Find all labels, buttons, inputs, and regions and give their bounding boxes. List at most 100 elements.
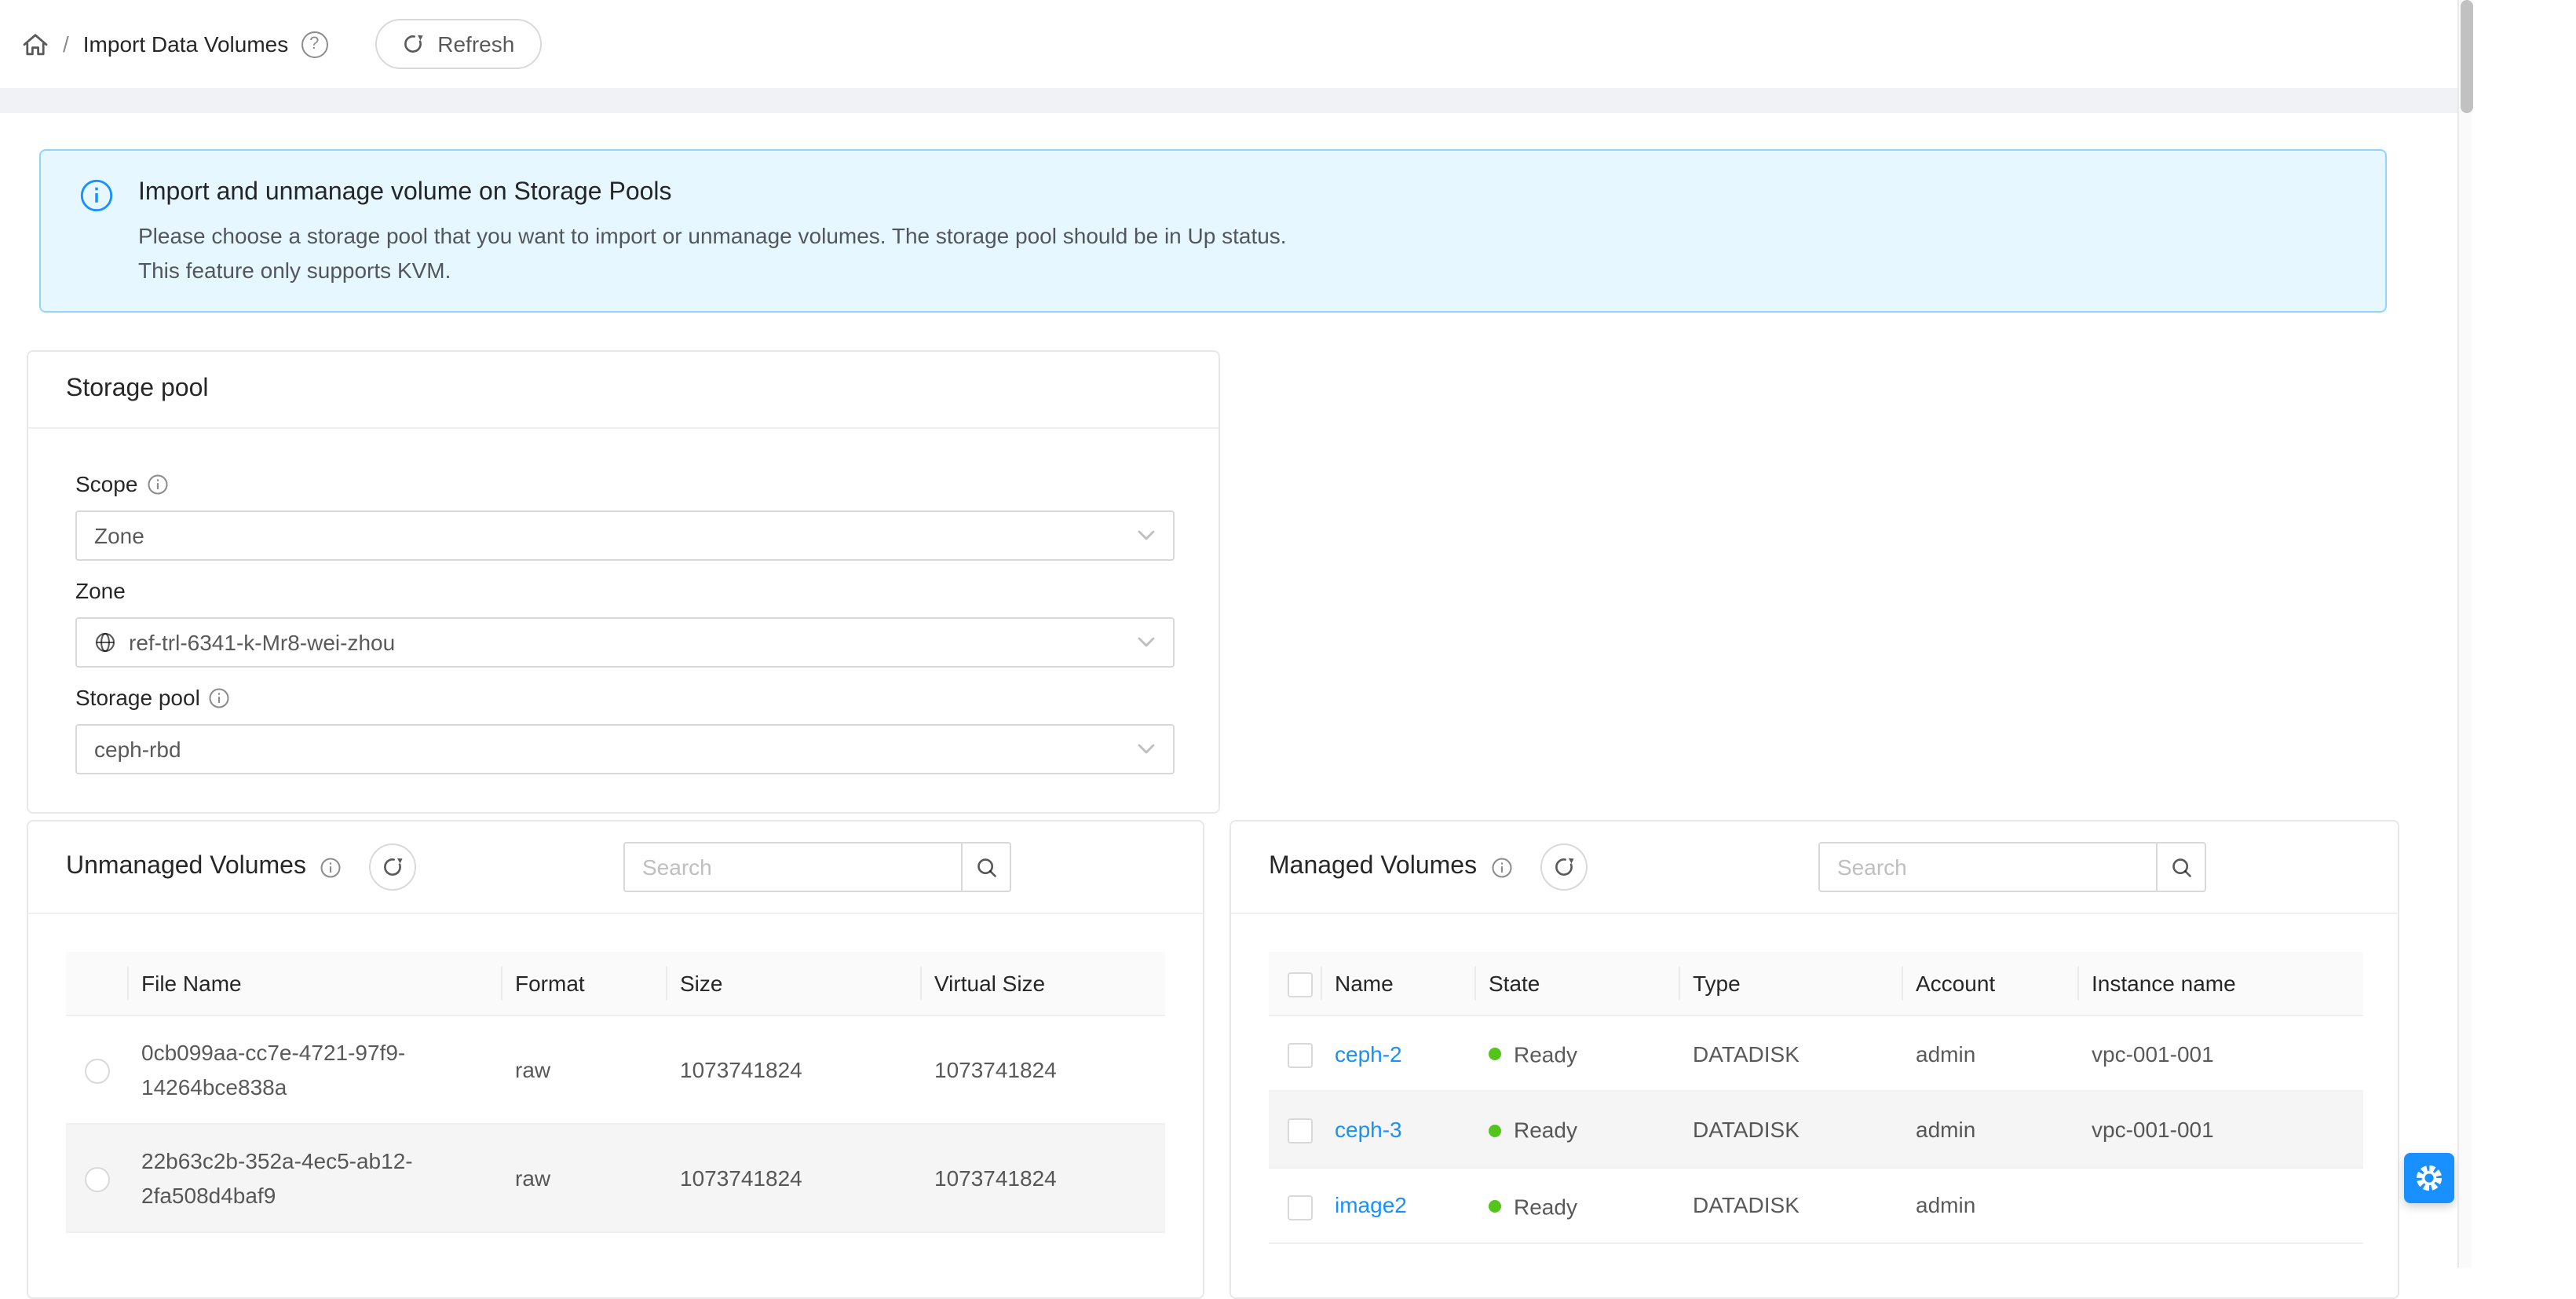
scrollbar-thumb[interactable]	[2461, 0, 2473, 113]
radio-button[interactable]	[85, 1168, 110, 1193]
gear-icon	[2415, 1164, 2443, 1192]
unmanaged-search	[623, 842, 1011, 892]
home-icon	[22, 31, 49, 57]
instance-name-cell: vpc-001-001	[2079, 1015, 2363, 1092]
zone-label: Zone	[75, 573, 126, 608]
radio-button[interactable]	[85, 1059, 110, 1085]
info-circle-icon	[80, 179, 113, 212]
instance-name-cell	[2079, 1167, 2363, 1243]
managed-volumes-body: Name State Type Account Instance name	[1231, 914, 2398, 1282]
storage-pool-select[interactable]: ceph-rbd	[75, 724, 1175, 774]
refresh-button[interactable]: Refresh	[375, 19, 541, 69]
storage-pool-label: Storage pool	[75, 680, 200, 715]
select-all-checkbox[interactable]	[1288, 973, 1313, 998]
table-header-row: Name State Type Account Instance name	[1269, 952, 2363, 1015]
account-cell: admin	[1903, 1167, 2079, 1243]
storage-pool-field: Storage pool ceph-rbd	[75, 680, 1171, 774]
zone-field: Zone ref-trl-6341-k-Mr8-wei-zhou	[75, 573, 1171, 668]
chevron-down-icon	[1137, 529, 1156, 542]
column-header-size: Size	[667, 952, 922, 1015]
state-cell: Ready	[1476, 1092, 1680, 1168]
unmanaged-refresh-button[interactable]	[369, 843, 416, 891]
table-row[interactable]: ceph-2 Ready DATADISK admin vpc-001-001	[1269, 1015, 2363, 1092]
volume-panels: Unmanaged Volumes	[27, 820, 2457, 1299]
file-name-cell: 0cb099aa-cc7e-4721-97f9-14264bce838a	[129, 1015, 502, 1124]
column-header-name: Name	[1322, 952, 1476, 1015]
zone-select[interactable]: ref-trl-6341-k-Mr8-wei-zhou	[75, 617, 1175, 668]
home-breadcrumb-link[interactable]	[22, 31, 49, 57]
managed-volumes-table: Name State Type Account Instance name	[1269, 952, 2363, 1244]
alert-text-block: Import and unmanage volume on Storage Po…	[138, 174, 1287, 287]
scrollbar-track[interactable]	[2457, 0, 2472, 1268]
unmanaged-volumes-table: File Name Format Size Virtual Size	[66, 952, 1165, 1233]
unmanaged-volumes-body: File Name Format Size Virtual Size	[28, 914, 1203, 1271]
chevron-down-icon	[1137, 636, 1156, 649]
managed-table-body: ceph-2 Ready DATADISK admin vpc-001-001	[1269, 1015, 2363, 1243]
reload-icon	[382, 856, 404, 878]
type-cell: DATADISK	[1680, 1015, 1903, 1092]
managed-search-input[interactable]	[1818, 842, 2158, 892]
page: / Import Data Volumes ? Refresh	[0, 0, 2457, 1299]
state-cell: Ready	[1476, 1015, 1680, 1092]
reload-icon	[401, 33, 423, 55]
managed-refresh-button[interactable]	[1540, 843, 1587, 891]
search-icon	[2169, 855, 2193, 879]
table-row[interactable]: ceph-3 Ready DATADISK admin vpc-001-001	[1269, 1092, 2363, 1168]
settings-fab-button[interactable]	[2404, 1153, 2454, 1203]
unmanaged-volumes-header: Unmanaged Volumes	[28, 821, 1203, 914]
managed-info-icon	[1491, 857, 1511, 877]
refresh-button-label: Refresh	[437, 31, 514, 57]
viewport: / Import Data Volumes ? Refresh	[0, 0, 2576, 1268]
table-row[interactable]: 22b63c2b-352a-4ec5-ab12-2fa508d4baf9 raw…	[66, 1124, 1165, 1232]
managed-search	[1818, 842, 2206, 892]
account-cell: admin	[1903, 1015, 2079, 1092]
row-checkbox[interactable]	[1288, 1118, 1313, 1143]
virtual-size-cell: 1073741824	[922, 1124, 1165, 1232]
column-header-format: Format	[502, 952, 667, 1015]
status-dot-ready	[1489, 1048, 1501, 1061]
column-header-type: Type	[1680, 952, 1903, 1015]
search-icon	[974, 855, 998, 879]
volume-name-link[interactable]: image2	[1335, 1192, 1407, 1217]
alert-title: Import and unmanage volume on Storage Po…	[138, 174, 1287, 212]
unmanaged-search-input[interactable]	[623, 842, 963, 892]
header-divider	[0, 88, 2457, 113]
status-dot-ready	[1489, 1124, 1501, 1136]
column-header-instance-name: Instance name	[2079, 952, 2363, 1015]
row-checkbox[interactable]	[1288, 1043, 1313, 1068]
chevron-down-icon	[1137, 743, 1156, 756]
volume-name-link[interactable]: ceph-2	[1335, 1041, 1402, 1066]
breadcrumb-separator: /	[63, 31, 69, 57]
type-cell: DATADISK	[1680, 1167, 1903, 1243]
selection-column-header	[66, 952, 129, 1015]
storage-pool-card-title: Storage pool	[66, 375, 208, 402]
topbar: / Import Data Volumes ? Refresh	[0, 0, 2457, 88]
format-cell: raw	[502, 1124, 667, 1232]
account-cell: admin	[1903, 1092, 2079, 1168]
alert-description-line1: Please choose a storage pool that you wa…	[138, 218, 1287, 253]
storage-pool-info-icon	[210, 687, 230, 708]
status-dot-ready	[1489, 1200, 1501, 1213]
unmanaged-info-icon	[320, 857, 341, 877]
scope-info-icon	[147, 474, 167, 494]
table-row[interactable]: 0cb099aa-cc7e-4721-97f9-14264bce838a raw…	[66, 1015, 1165, 1124]
help-icon[interactable]: ?	[301, 31, 327, 57]
info-alert: Import and unmanage volume on Storage Po…	[39, 149, 2387, 313]
column-header-account: Account	[1903, 952, 2079, 1015]
state-cell: Ready	[1476, 1167, 1680, 1243]
volume-name-link[interactable]: ceph-3	[1335, 1117, 1402, 1142]
unmanaged-volumes-title: Unmanaged Volumes	[66, 853, 306, 881]
column-header-file-name: File Name	[129, 952, 502, 1015]
storage-pool-form: Scope Zone	[28, 429, 1219, 812]
page-title: Import Data Volumes	[83, 31, 288, 57]
table-header-row: File Name Format Size Virtual Size	[66, 952, 1165, 1015]
managed-search-button[interactable]	[2156, 842, 2206, 892]
row-checkbox[interactable]	[1288, 1195, 1313, 1220]
table-row[interactable]: image2 Ready DATADISK admin	[1269, 1167, 2363, 1243]
scope-select[interactable]: Zone	[75, 510, 1175, 561]
type-cell: DATADISK	[1680, 1092, 1903, 1168]
managed-volumes-card: Managed Volumes	[1230, 820, 2399, 1299]
globe-icon	[94, 631, 116, 653]
managed-volumes-header: Managed Volumes	[1231, 821, 2398, 914]
unmanaged-search-button[interactable]	[961, 842, 1011, 892]
